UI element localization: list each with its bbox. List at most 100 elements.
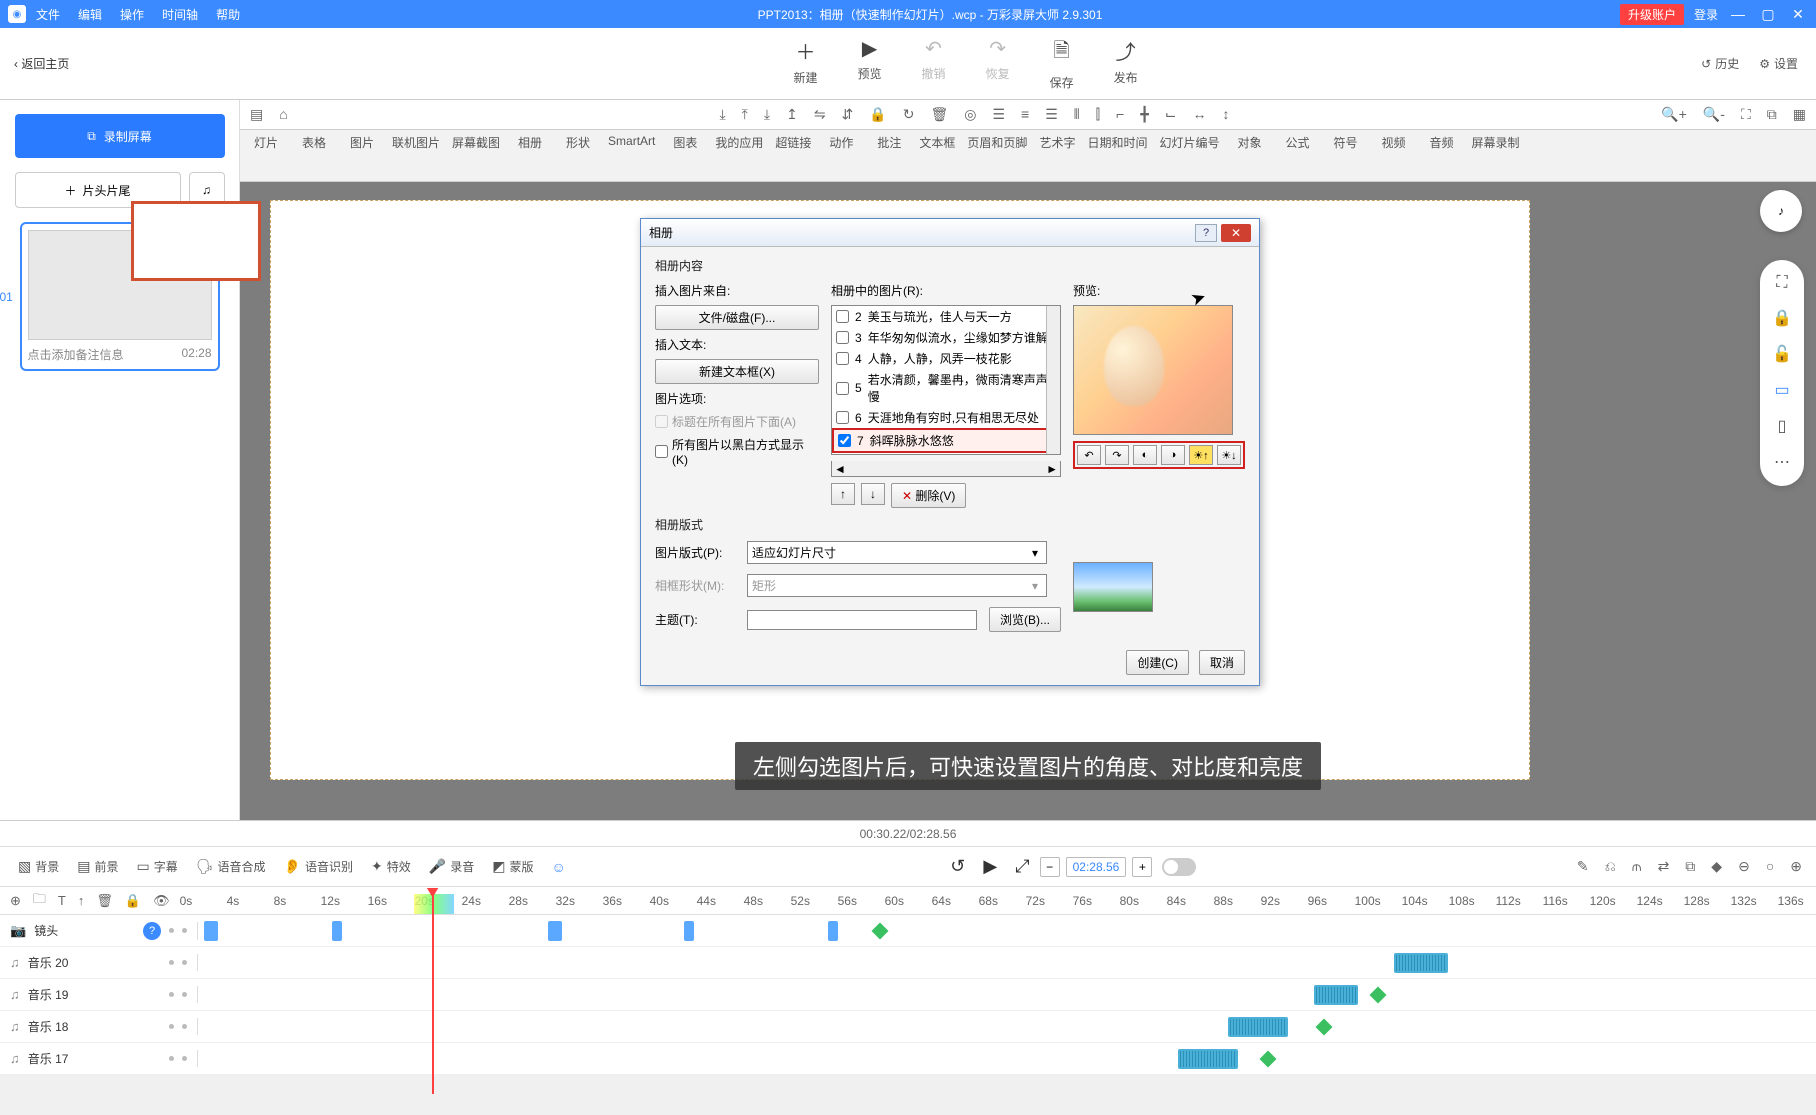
align-right-icon[interactable]: ☰ [1045, 106, 1058, 123]
time-minus-button[interactable]: − [1040, 857, 1060, 877]
list-hscroll[interactable]: ◄► [831, 461, 1061, 477]
home-icon[interactable]: ⌂ [279, 106, 287, 123]
audio-clip[interactable] [1314, 985, 1358, 1005]
cancel-button[interactable]: 取消 [1199, 650, 1245, 675]
fullscreen-button[interactable]: ⤢ [1015, 856, 1029, 877]
fit-icon[interactable]: ⛶ [1741, 106, 1751, 123]
theme-input[interactable] [747, 610, 977, 630]
copy-icon[interactable]: ⧉ [1767, 106, 1777, 123]
flip-h-icon[interactable]: ⇋ [814, 106, 826, 123]
menu-action[interactable]: 操作 [120, 6, 144, 23]
keyframe[interactable] [1260, 1051, 1277, 1068]
login-button[interactable]: 登录 [1694, 6, 1718, 23]
new-button[interactable]: ＋新建 [794, 36, 818, 91]
audio-clip[interactable] [1394, 953, 1448, 973]
snap-toggle[interactable] [1162, 858, 1196, 876]
lock-closed-icon[interactable]: 🔒 [1772, 308, 1792, 328]
maximize-button[interactable]: ▢ [1758, 6, 1778, 23]
create-button[interactable]: 创建(C) [1126, 650, 1189, 675]
save-button[interactable]: 🗎保存 [1050, 36, 1074, 91]
valign-mid-icon[interactable]: ╋ [1140, 106, 1148, 123]
image-list[interactable]: 2美玉与琉光，佳人与天一方 3年华匆匆似流水，尘缘如梦方谁解 4人静，人静，风弄… [831, 305, 1061, 455]
close-button[interactable]: ✕ [1788, 6, 1808, 23]
zoom-out-icon[interactable]: 🔍- [1703, 106, 1725, 123]
download-icon[interactable]: ⤓ [719, 106, 725, 123]
caption-below-checkbox[interactable]: 标题在所有图片下面(A) [655, 413, 819, 430]
playhead[interactable] [432, 894, 434, 1094]
layer-icon[interactable]: ▤ [250, 106, 263, 123]
history-button[interactable]: ↺历史 [1701, 55, 1739, 72]
lock-icon[interactable]: 🔒 [869, 106, 886, 123]
file-disk-button[interactable]: 文件/磁盘(F)... [655, 305, 819, 330]
record-screen-button[interactable]: ⧉ 录制屏幕 [15, 114, 225, 158]
publish-button[interactable]: ⤴发布 [1114, 36, 1138, 91]
up-arrow-icon[interactable]: ↑ [78, 893, 85, 908]
brightness-up-button[interactable]: ☀↑ [1189, 445, 1213, 465]
marker-icon[interactable]: ⧉ [1685, 858, 1695, 875]
crop-icon[interactable]: ⛶ [1776, 274, 1787, 292]
music-fab[interactable]: ♪ [1760, 190, 1802, 232]
split-icon[interactable]: ⎌ [1605, 858, 1616, 875]
clip[interactable] [332, 921, 342, 941]
link-icon[interactable]: ⇄ [1658, 858, 1670, 875]
remove-button[interactable]: ✕ 删除(V) [891, 483, 966, 508]
filter-icon[interactable]: ⫙ [1632, 858, 1642, 875]
dist-h-icon[interactable]: ⫴ [1074, 106, 1080, 123]
contrast-up-button[interactable]: ◐ [1133, 445, 1157, 465]
smile-button[interactable]: ☺ [547, 857, 569, 877]
tts-button[interactable]: 🗣语音合成 [192, 856, 270, 877]
record-audio-button[interactable]: 🎤录音 [425, 856, 478, 877]
keyframe[interactable] [1370, 987, 1387, 1004]
move-down-button[interactable]: ↓ [861, 483, 885, 505]
keyframe[interactable] [1316, 1019, 1333, 1036]
align-top-icon[interactable]: ⤒ [742, 106, 748, 123]
zoom-out-tl-icon[interactable]: ⊖ [1738, 858, 1750, 875]
time-plus-button[interactable]: + [1132, 857, 1152, 877]
eye-icon[interactable]: 👁 [153, 893, 170, 909]
menu-timeline[interactable]: 时间轴 [162, 6, 198, 23]
refresh-icon[interactable]: ↻ [903, 106, 915, 123]
align-left-icon[interactable]: ☰ [992, 106, 1005, 123]
play-button[interactable]: ▶ [983, 856, 997, 877]
align-bottom-icon[interactable]: ⤓ [764, 106, 770, 123]
grid-icon[interactable]: ▦ [1793, 106, 1806, 123]
back-home-button[interactable]: ‹ 返回主页 [10, 55, 230, 72]
mask-button[interactable]: ◩蒙版 [488, 856, 537, 877]
selection-region[interactable] [414, 894, 454, 914]
text-tool-icon[interactable]: T [58, 893, 66, 908]
target-icon[interactable]: ◎ [964, 106, 976, 123]
space-h-icon[interactable]: ↔ [1192, 106, 1206, 123]
settings-button[interactable]: ⚙设置 [1759, 55, 1798, 72]
clip[interactable] [828, 921, 838, 941]
pic-layout-select[interactable]: 适应幻灯片尺寸▾ [747, 541, 1047, 564]
list-scrollbar[interactable] [1046, 306, 1060, 454]
scene-note[interactable]: 点击添加备注信息 [28, 346, 124, 363]
menu-file[interactable]: 文件 [36, 6, 60, 23]
help-badge[interactable]: ? [143, 922, 161, 940]
time-ruler[interactable]: 0s4s8s12s16s20s24s28s32s36s40s44s48s52s5… [180, 894, 1816, 908]
contrast-down-button[interactable]: ◑ [1161, 445, 1185, 465]
clip[interactable] [684, 921, 694, 941]
dialog-close-button[interactable]: ✕ [1221, 224, 1251, 242]
edit-icon[interactable]: ✎ [1577, 858, 1589, 875]
zoom-in-tl-icon[interactable]: ⊕ [1790, 858, 1802, 875]
add-track-icon[interactable]: ⊕ [10, 893, 21, 909]
trash-track-icon[interactable]: 🗑 [96, 893, 113, 909]
fg-button[interactable]: ▤前景 [73, 856, 122, 877]
trash-icon[interactable]: 🗑 [930, 106, 948, 123]
new-textbox-button[interactable]: 新建文本框(X) [655, 359, 819, 384]
more-icon[interactable]: ⋯ [1774, 452, 1790, 472]
bg-button[interactable]: ▧背景 [14, 856, 63, 877]
dist-v-icon[interactable]: ⫿ [1096, 106, 1100, 123]
rotate-left-button[interactable]: ↶ [1077, 445, 1101, 465]
audio-clip[interactable] [1228, 1017, 1288, 1037]
subtitle-button[interactable]: ▭字幕 [133, 856, 182, 877]
undo-button[interactable]: ↶撤销 [922, 36, 946, 91]
browse-theme-button[interactable]: 浏览(B)... [989, 607, 1061, 632]
valign-top-icon[interactable]: ⌐ [1116, 106, 1124, 123]
brightness-down-button[interactable]: ☀↓ [1217, 445, 1241, 465]
preview-button[interactable]: ▶预览 [858, 36, 882, 91]
lock-open-icon[interactable]: 🔓 [1772, 344, 1792, 364]
keyframe-tool-icon[interactable]: ◆ [1711, 858, 1722, 875]
redo-button[interactable]: ↷恢复 [986, 36, 1010, 91]
